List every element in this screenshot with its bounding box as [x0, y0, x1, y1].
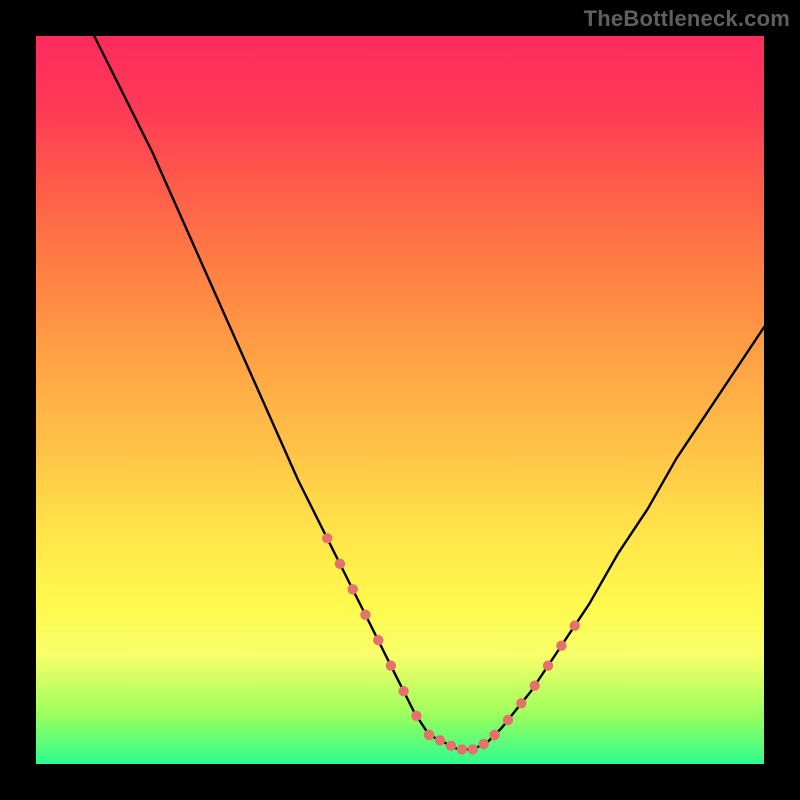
- curve-dot: [322, 533, 332, 543]
- curve-dot: [516, 698, 526, 708]
- curve-dot: [570, 621, 580, 631]
- curve-dot: [468, 744, 478, 754]
- curve-dot: [360, 610, 370, 620]
- curve-dot: [398, 686, 408, 696]
- curve-dot: [435, 735, 445, 745]
- curve-dots: [322, 533, 580, 755]
- curve-dot: [411, 711, 421, 721]
- curve-dot: [543, 661, 553, 671]
- curve-dot: [373, 635, 383, 645]
- curve-layer: [36, 36, 764, 764]
- curve-dot: [556, 641, 566, 651]
- curve-dot: [489, 730, 499, 740]
- curve-dot: [424, 730, 434, 740]
- watermark-text: TheBottleneck.com: [584, 6, 790, 32]
- curve-dot: [457, 744, 467, 754]
- curve-dot: [446, 741, 456, 751]
- curve-dot: [386, 661, 396, 671]
- plot-area: [36, 36, 764, 764]
- curve-dot: [348, 584, 358, 594]
- curve-dot: [479, 739, 489, 749]
- curve-dot: [503, 715, 513, 725]
- curve-dot: [530, 681, 540, 691]
- chart-frame: TheBottleneck.com: [0, 0, 800, 800]
- curve-dot: [335, 559, 345, 569]
- bottleneck-curve: [94, 36, 764, 749]
